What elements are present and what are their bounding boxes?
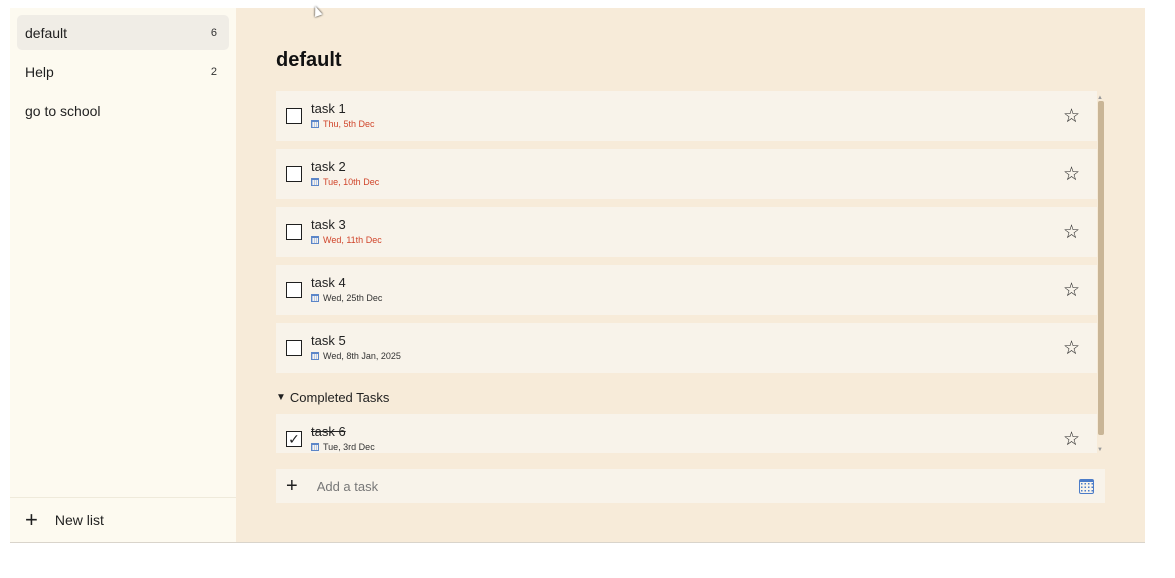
- task-title[interactable]: task 4: [311, 275, 382, 290]
- page-title: default: [276, 49, 342, 71]
- star-outline-icon[interactable]: ☆: [1063, 105, 1080, 128]
- task-checkbox[interactable]: [286, 282, 302, 298]
- plus-icon[interactable]: +: [286, 475, 298, 498]
- completed-tasks-toggle[interactable]: ▼ Completed Tasks: [276, 381, 1105, 413]
- completed-tasks-label: Completed Tasks: [289, 389, 390, 405]
- app-window: default 6 Help 2 go to school + New list…: [10, 8, 1145, 543]
- task-due-date: Thu, 5th Dec: [311, 119, 375, 129]
- task-due-date: Tue, 10th Dec: [311, 177, 379, 187]
- new-list-button[interactable]: + New list: [10, 497, 236, 542]
- new-list-label: New list: [54, 512, 104, 528]
- add-task-input[interactable]: [316, 478, 1079, 494]
- sidebar-item-go-to-school[interactable]: go to school: [17, 93, 229, 128]
- task-due-date-text: Tue, 10th Dec: [323, 177, 380, 187]
- task-checkbox[interactable]: [286, 340, 302, 356]
- star-outline-icon[interactable]: ☆: [1063, 337, 1080, 360]
- task-text: task 5 Wed, 8th Jan, 2025: [311, 333, 401, 361]
- task-list[interactable]: task 1 Thu, 5th Dec ☆ task 2 Tue, 10th Dec ☆ t…: [276, 91, 1105, 453]
- plus-icon: +: [25, 507, 38, 532]
- task-checkbox[interactable]: [286, 224, 302, 240]
- task-due-date-text: Wed, 8th Jan, 2025: [323, 351, 401, 361]
- check-icon: ✓: [288, 431, 300, 447]
- star-outline-icon[interactable]: ☆: [1063, 279, 1080, 302]
- task-due-date-text: Wed, 11th Dec: [323, 235, 382, 245]
- task-row[interactable]: task 1 Thu, 5th Dec ☆: [276, 91, 1097, 141]
- star-outline-icon[interactable]: ☆: [1063, 428, 1080, 451]
- task-due-date: Wed, 8th Jan, 2025: [311, 351, 401, 361]
- triangle-down-icon: ▼: [276, 391, 286, 403]
- task-checkbox[interactable]: [286, 166, 302, 182]
- scroll-down-arrow-icon[interactable]: ▼: [1097, 447, 1103, 453]
- sidebar-item-help[interactable]: Help 2: [17, 54, 229, 89]
- task-text: task 2 Tue, 10th Dec: [311, 159, 379, 187]
- star-outline-icon[interactable]: ☆: [1063, 221, 1080, 244]
- task-text: task 6 Tue, 3rd Dec: [311, 424, 375, 452]
- calendar-mini-icon: [311, 178, 319, 186]
- task-row[interactable]: task 3 Wed, 11th Dec ☆: [276, 207, 1097, 257]
- task-title[interactable]: task 2: [311, 159, 379, 174]
- sidebar-item-count: 6: [210, 26, 217, 39]
- task-row[interactable]: task 5 Wed, 8th Jan, 2025 ☆: [276, 323, 1097, 373]
- task-text: task 3 Wed, 11th Dec: [311, 217, 382, 245]
- sidebar-item-default[interactable]: default 6: [17, 15, 229, 50]
- calendar-mini-icon: [311, 443, 319, 451]
- task-title[interactable]: task 3: [311, 217, 382, 232]
- task-row[interactable]: ✓ task 6 Tue, 3rd Dec ☆: [276, 414, 1097, 453]
- sidebar-item-label: go to school: [25, 102, 101, 119]
- task-title[interactable]: task 5: [311, 333, 401, 348]
- sidebar-item-label: default: [25, 24, 68, 41]
- task-checkbox[interactable]: [286, 108, 302, 124]
- task-text: task 4 Wed, 25th Dec: [311, 275, 382, 303]
- task-due-date-text: Wed, 25th Dec: [323, 293, 383, 303]
- calendar-icon[interactable]: [1079, 478, 1094, 494]
- task-due-date: Tue, 3rd Dec: [311, 442, 375, 452]
- task-due-date: Wed, 11th Dec: [311, 235, 382, 245]
- main-panel: default task 1 Thu, 5th Dec ☆ task 2 Tue, 10…: [236, 8, 1145, 542]
- task-due-date: Wed, 25th Dec: [311, 293, 382, 303]
- calendar-mini-icon: [311, 236, 319, 244]
- calendar-mini-icon: [311, 120, 319, 128]
- calendar-mini-icon: [311, 352, 319, 360]
- sidebar: default 6 Help 2 go to school + New list: [10, 8, 236, 542]
- task-text: task 1 Thu, 5th Dec: [311, 101, 375, 129]
- sidebar-item-label: Help: [25, 63, 54, 80]
- star-outline-icon[interactable]: ☆: [1063, 163, 1080, 186]
- task-due-date-text: Tue, 3rd Dec: [323, 442, 375, 452]
- add-task-bar: +: [276, 469, 1105, 503]
- task-checkbox-checked[interactable]: ✓: [286, 431, 302, 447]
- list-nav: default 6 Help 2 go to school: [10, 8, 236, 128]
- task-row[interactable]: task 4 Wed, 25th Dec ☆: [276, 265, 1097, 315]
- calendar-mini-icon: [311, 294, 319, 302]
- task-row[interactable]: task 2 Tue, 10th Dec ☆: [276, 149, 1097, 199]
- task-title[interactable]: task 6: [311, 424, 375, 439]
- sidebar-item-count: 2: [210, 65, 217, 78]
- scrollbar-thumb[interactable]: [1098, 101, 1104, 435]
- task-due-date-text: Thu, 5th Dec: [323, 119, 375, 129]
- task-list-scrollbar[interactable]: ▲ ▼: [1096, 95, 1105, 453]
- task-title[interactable]: task 1: [311, 101, 375, 116]
